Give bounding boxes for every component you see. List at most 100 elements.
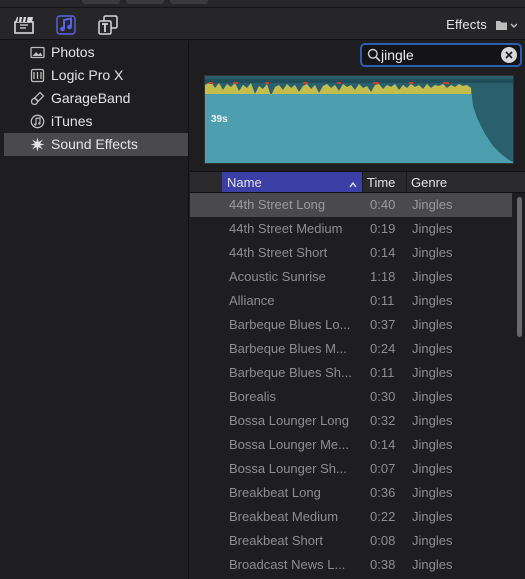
table-row[interactable]: 44th Street Medium 0:19 Jingles (190, 217, 512, 241)
table-row[interactable]: Barbeque Blues Lo... 0:37 Jingles (190, 313, 512, 337)
row-genre: Jingles (412, 293, 453, 308)
row-genre: Jingles (412, 269, 453, 284)
column-header-name[interactable]: Name (222, 172, 362, 192)
sound-effects-icon (30, 137, 45, 152)
row-time: 0:07 (370, 461, 396, 476)
table-row[interactable]: Barbeque Blues Sh... 0:11 Jingles (190, 361, 512, 385)
table-row[interactable]: Breakbeat Short 0:08 Jingles (190, 529, 512, 553)
row-name: Acoustic Sunrise (229, 269, 326, 284)
effects-label[interactable]: Effects (446, 17, 487, 32)
row-time: 0:22 (370, 509, 396, 524)
table-row[interactable]: Bossa Lounger Me... 0:14 Jingles (190, 433, 512, 457)
row-name: Barbeque Blues Lo... (229, 317, 351, 332)
vertical-scrollbar[interactable] (514, 193, 525, 579)
column-header-label: Name (227, 174, 262, 190)
search-input[interactable] (381, 46, 499, 64)
row-genre: Jingles (412, 341, 453, 356)
row-genre: Jingles (412, 221, 453, 236)
row-genre: Jingles (412, 413, 453, 428)
row-name: Breakbeat Medium (229, 509, 339, 524)
photos-icon (30, 45, 45, 60)
browser-toolbar: Effects (0, 8, 525, 40)
row-name: Bossa Lounger Long (229, 413, 349, 428)
sidebar-item-label: Photos (51, 44, 95, 60)
browser-content: 39s Name Time Genre 44th Street Long 0:40… (190, 41, 525, 579)
row-time: 0:14 (370, 245, 396, 260)
sidebar-item-label: Logic Pro X (51, 67, 124, 83)
row-time: 0:11 (370, 293, 395, 308)
column-header-label: Genre (411, 174, 448, 190)
sidebar-item-label: GarageBand (51, 90, 131, 106)
row-time: 0:14 (370, 437, 396, 452)
row-time: 0:32 (370, 413, 396, 428)
row-time: 0:11 (370, 365, 395, 380)
search-icon (367, 48, 381, 62)
row-name: Breakbeat Long (229, 485, 321, 500)
library-sidebar: Photos Logic Pro X GarageBand iTunes Sou… (0, 41, 189, 579)
table-row[interactable]: Borealis 0:30 Jingles (190, 385, 512, 409)
row-name: Bossa Lounger Sh... (229, 461, 347, 476)
scrollbar-thumb[interactable] (517, 197, 522, 337)
column-header-genre[interactable]: Genre (406, 172, 525, 192)
row-name: Broadcast News L... (229, 557, 346, 572)
row-genre: Jingles (412, 437, 453, 452)
table-row[interactable]: Acoustic Sunrise 1:18 Jingles (190, 265, 512, 289)
music-note-icon[interactable] (56, 15, 76, 35)
row-time: 0:24 (370, 341, 396, 356)
clear-search-icon[interactable] (501, 47, 517, 63)
sidebar-item-label: Sound Effects (51, 136, 138, 152)
table-row[interactable]: Barbeque Blues M... 0:24 Jingles (190, 337, 512, 361)
folder-icon[interactable] (495, 18, 517, 32)
table-row[interactable]: Broadcast News L... 0:38 Jingles (190, 553, 512, 577)
row-time: 0:38 (370, 557, 396, 572)
titles-icon[interactable] (98, 15, 118, 35)
search-field[interactable] (360, 43, 522, 67)
sidebar-item-label: iTunes (51, 113, 93, 129)
sidebar-item-garageband[interactable]: GarageBand (0, 87, 188, 110)
table-row[interactable]: Breakbeat Medium 0:22 Jingles (190, 505, 512, 529)
sidebar-item-photos[interactable]: Photos (0, 41, 188, 64)
sidebar-item-itunes[interactable]: iTunes (0, 110, 188, 133)
row-name: 44th Street Long (229, 197, 326, 212)
row-name: Barbeque Blues M... (229, 341, 347, 356)
row-name: 44th Street Medium (229, 221, 343, 236)
row-time: 1:18 (370, 269, 396, 284)
row-time: 0:40 (370, 197, 396, 212)
top-control (82, 0, 120, 4)
list-header: Name Time Genre (190, 171, 525, 193)
top-control (126, 0, 164, 4)
table-row[interactable]: Bossa Lounger Sh... 0:07 Jingles (190, 457, 512, 481)
sound-list: 44th Street Long 0:40 Jingles 44th Street M… (190, 193, 512, 579)
sidebar-item-sound-effects[interactable]: Sound Effects (4, 133, 188, 156)
row-genre: Jingles (412, 485, 453, 500)
row-genre: Jingles (412, 533, 453, 548)
sidebar-item-logic-pro-x[interactable]: Logic Pro X (0, 64, 188, 87)
row-name: 44th Street Short (229, 245, 328, 260)
row-genre: Jingles (412, 317, 453, 332)
audio-waveform-preview[interactable]: 39s (204, 75, 514, 164)
row-time: 0:36 (370, 485, 396, 500)
column-header-label: Time (367, 174, 396, 190)
garageband-icon (30, 91, 45, 106)
row-genre: Jingles (412, 365, 453, 380)
itunes-icon (30, 114, 45, 129)
table-row[interactable]: 44th Street Long 0:40 Jingles (190, 193, 512, 217)
table-row[interactable]: Breakbeat Long 0:36 Jingles (190, 481, 512, 505)
table-row[interactable]: Bossa Lounger Long 0:32 Jingles (190, 409, 512, 433)
row-name: Breakbeat Short (229, 533, 323, 548)
sort-ascending-icon (349, 177, 357, 188)
row-genre: Jingles (412, 389, 453, 404)
row-genre: Jingles (412, 197, 453, 212)
window-top-strip (0, 0, 525, 8)
logic-pro-icon (30, 68, 45, 83)
row-time: 0:37 (370, 317, 396, 332)
clapper-icon[interactable] (14, 15, 34, 35)
row-genre: Jingles (412, 245, 453, 260)
row-name: Barbeque Blues Sh... (229, 365, 352, 380)
table-row[interactable]: Alliance 0:11 Jingles (190, 289, 512, 313)
row-time: 0:08 (370, 533, 396, 548)
table-row[interactable]: 44th Street Short 0:14 Jingles (190, 241, 512, 265)
row-time: 0:30 (370, 389, 396, 404)
column-header-time[interactable]: Time (362, 172, 406, 192)
row-genre: Jingles (412, 461, 453, 476)
